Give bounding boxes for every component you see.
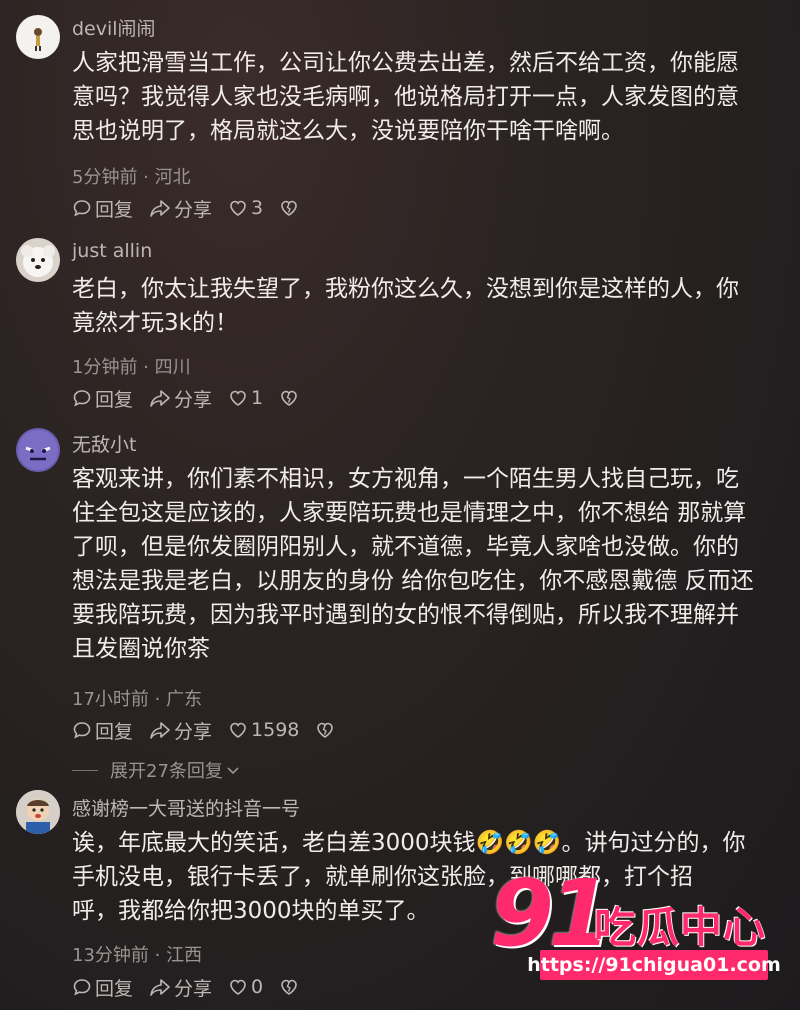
- share-icon: [150, 722, 170, 739]
- chevron-down-icon: [227, 767, 239, 775]
- reply-label: 回复: [95, 198, 134, 221]
- comment-username[interactable]: just allin: [72, 240, 152, 262]
- share-label: 分享: [174, 198, 213, 221]
- share-label: 分享: [174, 977, 213, 1000]
- comment-actions: 回复 分享 0: [72, 974, 318, 1000]
- broken-heart-icon: [281, 979, 297, 995]
- comment-text: 老白，你太让我失望了，我粉你这么久，没想到你是这样的人，你 竟然才玩3k的！: [72, 272, 792, 340]
- broken-heart-icon: [281, 390, 297, 406]
- white-dog-icon: [21, 245, 55, 277]
- comment-line: 客观来讲，你们素不相识，女方视角，一个陌生男人找自己玩，吃: [72, 466, 739, 492]
- expand-replies-label: 展开27条回复: [110, 761, 223, 782]
- comment-meta: 5分钟前 · 河北: [72, 167, 191, 188]
- dislike-button[interactable]: [279, 198, 302, 218]
- broken-heart-icon: [317, 722, 334, 738]
- stick-figure-icon: [34, 28, 42, 51]
- purple-monster-icon: [18, 430, 58, 470]
- comment-meta: 13分钟前 · 江西: [72, 945, 203, 966]
- comment-username[interactable]: 无敌小t: [72, 430, 136, 457]
- reply-button[interactable]: 回复: [72, 717, 133, 744]
- reply-icon: [73, 979, 91, 996]
- dislike-button[interactable]: [279, 977, 302, 997]
- reply-button[interactable]: 回复: [72, 385, 133, 412]
- share-button[interactable]: 分享: [149, 974, 212, 1001]
- comment-line: 住全包这是应该的，人家要陪玩费也是情理之中，你不想给 那就算: [72, 500, 747, 526]
- watermark-logo: 91 吃瓜中心 https://91chigua01.com: [490, 864, 790, 982]
- user-avatar[interactable]: [16, 790, 60, 834]
- watermark-number: 91: [490, 860, 612, 967]
- reply-label: 回复: [95, 720, 134, 743]
- comment-text: 人家把滑雪当工作，公司让你公费去出差，然后不给工资，你能愿 意吗？我觉得人家也没…: [72, 46, 792, 148]
- reply-label: 回复: [95, 977, 134, 1000]
- comment-meta: 17小时前 · 广东: [72, 689, 203, 710]
- like-count: 1: [251, 387, 264, 409]
- reply-icon: [73, 200, 91, 217]
- comment-line: 竟然才玩3k的！: [72, 310, 238, 336]
- like-button[interactable]: 0: [228, 976, 263, 998]
- like-button[interactable]: 1: [228, 387, 263, 409]
- share-icon: [150, 200, 170, 217]
- heart-icon: [230, 979, 246, 995]
- share-label: 分享: [174, 388, 213, 411]
- comment-line: 想法是我是老白，以朋友的身份 给你包吃住，你不感恩戴德 反而还: [72, 568, 754, 594]
- like-count: 1598: [251, 719, 300, 741]
- share-button[interactable]: 分享: [149, 195, 212, 222]
- dislike-button[interactable]: [315, 720, 338, 740]
- heart-icon: [230, 390, 246, 406]
- reply-icon: [73, 722, 91, 739]
- like-count: 3: [251, 197, 264, 219]
- share-button[interactable]: 分享: [149, 385, 212, 412]
- like-count: 0: [251, 976, 264, 998]
- watermark-url: https://91chigua01.com: [527, 950, 781, 980]
- comment-actions: 回复 分享 1: [72, 385, 318, 411]
- share-label: 分享: [174, 720, 213, 743]
- reply-icon: [73, 390, 91, 407]
- comment-actions: 回复 分享 3: [72, 195, 318, 221]
- heart-icon: [230, 200, 246, 216]
- baby-photo-icon: [16, 790, 60, 834]
- comment-line: 老白，你太让我失望了，我粉你这么久，没想到你是这样的人，你: [72, 276, 739, 302]
- expand-replies-button[interactable]: 展开27条回复: [72, 757, 241, 783]
- share-icon: [150, 979, 170, 996]
- share-button[interactable]: 分享: [149, 717, 212, 744]
- comment-line: 了呗，但是你发圈阴阳别人，就不道德，毕竟人家啥也没做。你的: [72, 534, 739, 560]
- like-button[interactable]: 1598: [228, 719, 299, 741]
- comment-line: 且发圈说你茶: [72, 636, 210, 662]
- dislike-button[interactable]: [279, 388, 302, 408]
- reply-button[interactable]: 回复: [72, 974, 133, 1001]
- user-avatar[interactable]: [16, 238, 60, 282]
- comment-meta: 1分钟前 · 四川: [72, 357, 191, 378]
- share-icon: [150, 390, 170, 407]
- user-avatar[interactable]: [16, 428, 60, 472]
- comment-line: 诶，年底最大的笑话，老白差3000块钱🤣🤣🤣。讲句过分的，你: [72, 830, 746, 856]
- reply-button[interactable]: 回复: [72, 195, 133, 222]
- comment-text: 客观来讲，你们素不相识，女方视角，一个陌生男人找自己玩，吃 住全包这是应该的，人…: [72, 462, 792, 666]
- reply-label: 回复: [95, 388, 134, 411]
- comment-line: 意吗？我觉得人家也没毛病啊，他说格局打开一点，人家发图的意: [72, 84, 739, 110]
- heart-icon: [230, 722, 246, 738]
- comment-actions: 回复 分享 1598: [72, 717, 354, 743]
- comment-line: 要我陪玩费，因为我平时遇到的女的恨不得倒贴，所以我不理解并: [72, 602, 739, 628]
- like-button[interactable]: 3: [228, 197, 263, 219]
- comment-line: 思也说明了，格局就这么大，没说要陪你干啥干啥啊。: [72, 118, 624, 144]
- broken-heart-icon: [281, 200, 297, 216]
- comment-line: 人家把滑雪当工作，公司让你公费去出差，然后不给工资，你能愿: [72, 50, 739, 76]
- divider-line: [72, 769, 98, 771]
- watermark-name: 吃瓜中心: [594, 903, 767, 952]
- comment-username[interactable]: 感谢榜一大哥送的抖音一号: [72, 794, 300, 821]
- comment-username[interactable]: devil闹闹: [72, 14, 156, 41]
- user-avatar[interactable]: [16, 15, 60, 59]
